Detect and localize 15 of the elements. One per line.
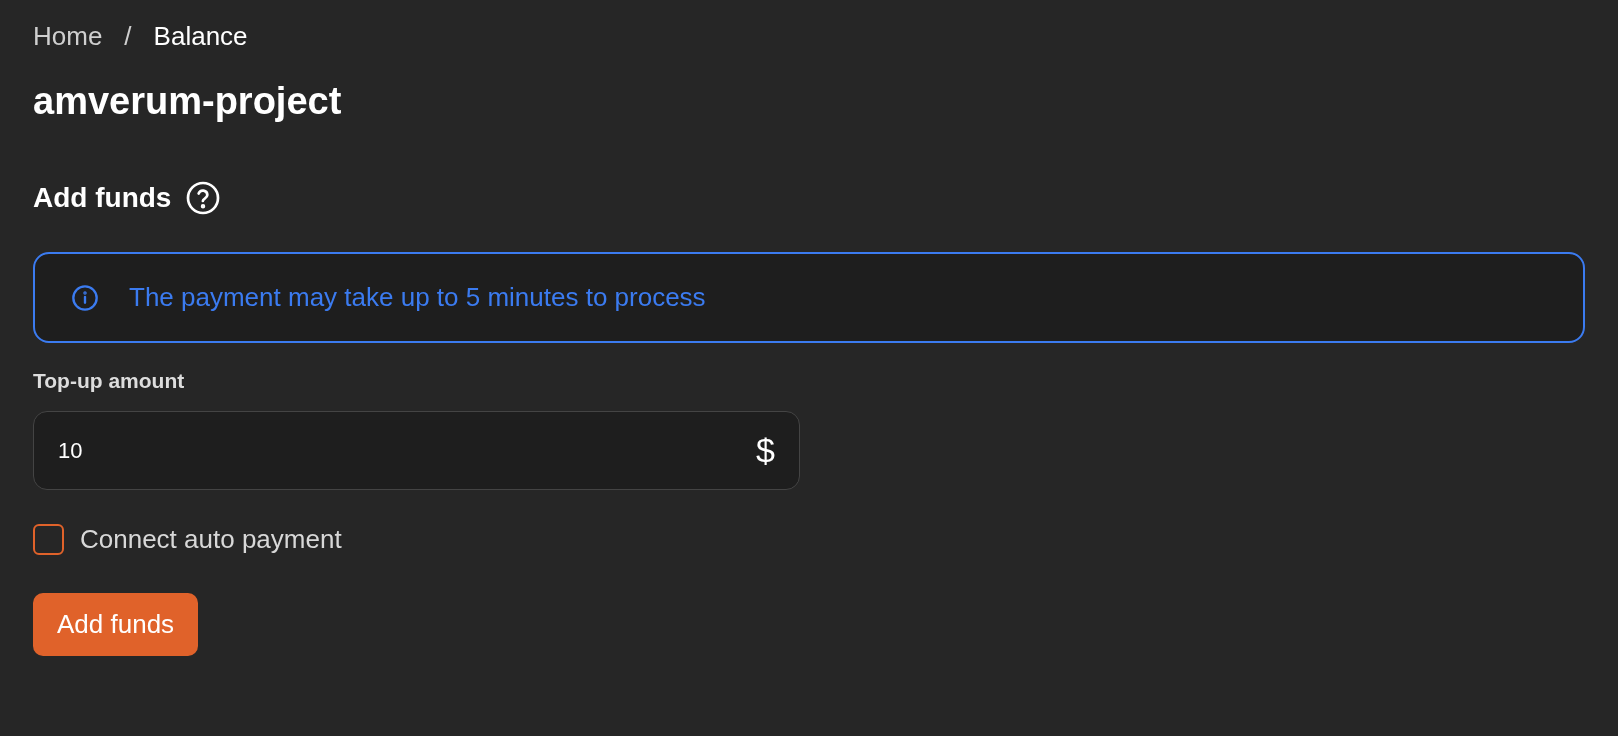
field-value: 10 <box>58 437 84 464</box>
checkbox[interactable] <box>33 524 64 555</box>
help-icon[interactable] <box>185 180 222 216</box>
page-title: amverum-project <box>33 79 342 124</box>
field-label: Top-up amount <box>33 369 185 393</box>
breadcrumb-separator: / <box>124 20 132 53</box>
breadcrumb-current: Balance <box>153 20 248 53</box>
amount-field[interactable]: 10 $ <box>33 411 800 490</box>
add-funds-button[interactable]: Add funds <box>33 593 199 656</box>
alert-text: The payment may take up to 5 minutes to process <box>129 282 706 313</box>
info-icon <box>71 283 99 312</box>
breadcrumb-link[interactable]: Home <box>33 18 103 54</box>
checkbox-label[interactable]: Connect auto payment <box>80 524 342 555</box>
currency-symbol: $ <box>756 431 775 470</box>
section-heading: Add funds <box>33 182 172 214</box>
